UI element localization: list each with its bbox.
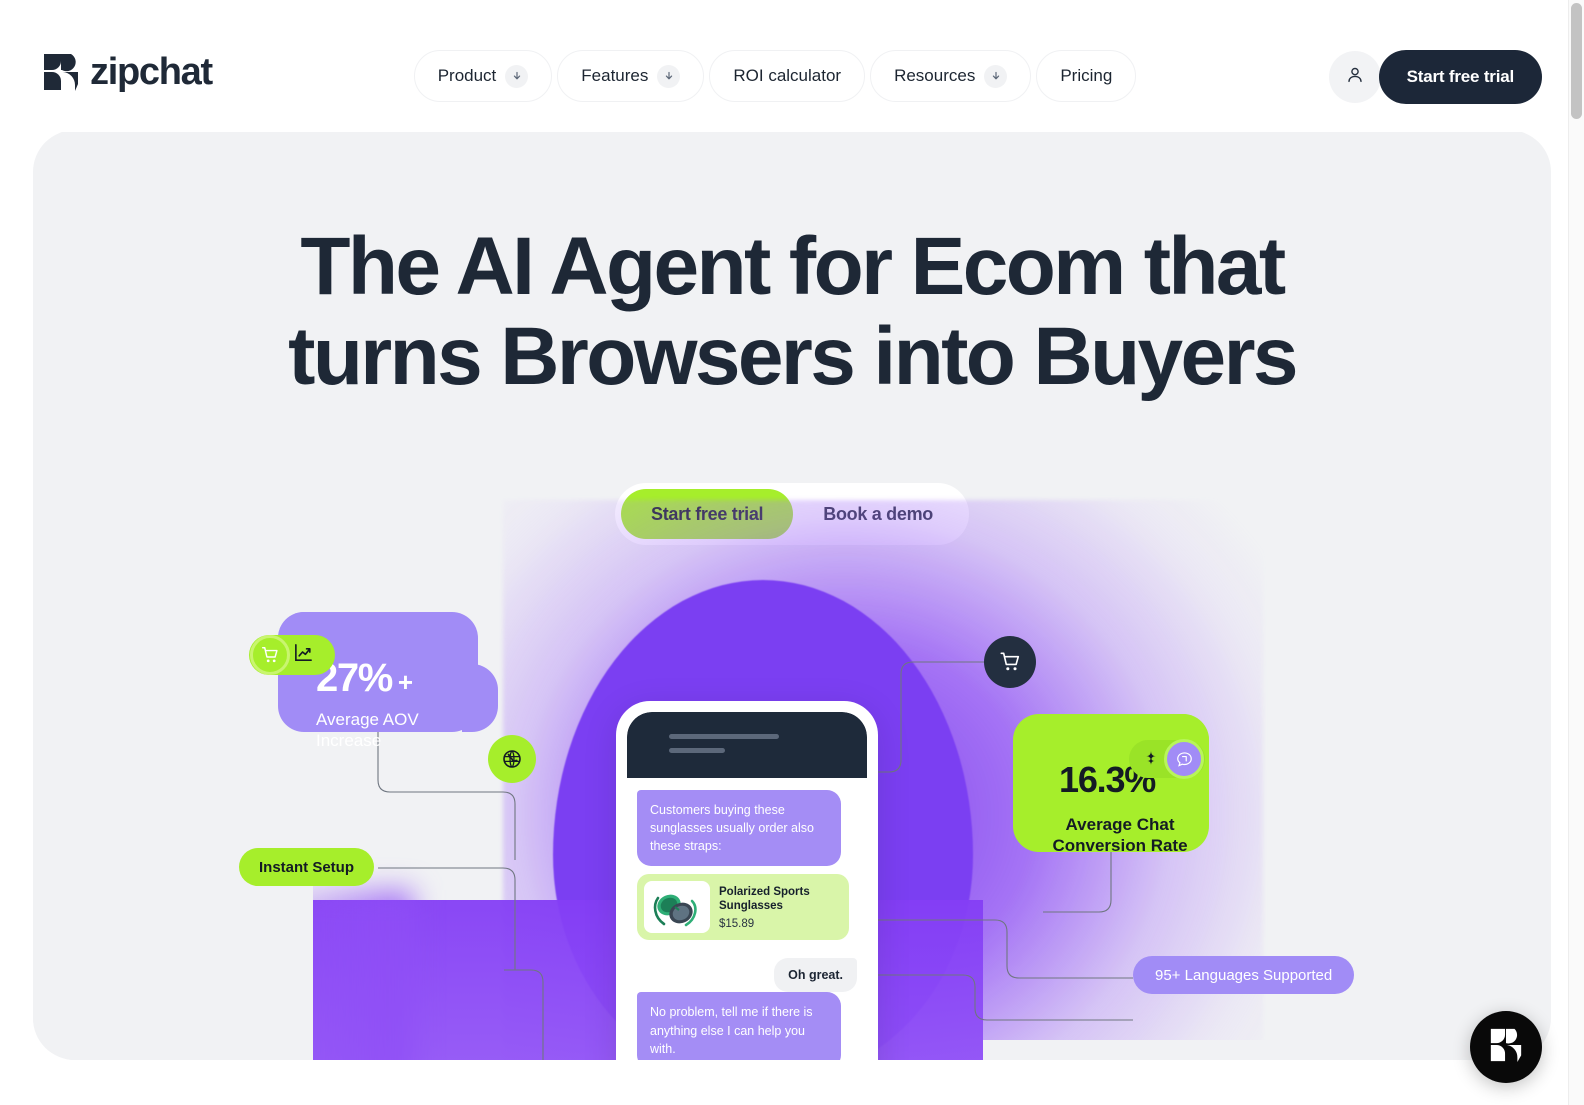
- sparkle-icon: [1141, 747, 1161, 772]
- product-recommendation-card[interactable]: Polarized Sports Sunglasses $15.89: [637, 874, 849, 941]
- stat-label-conversion: Average Chat Conversion Rate: [1052, 815, 1188, 856]
- main-nav: Product Features ROI calculator Resource…: [413, 50, 1137, 102]
- landing-page: zipchat Product Features ROI calculator …: [0, 0, 1584, 1105]
- phone-mockup: Customers buying these sunglasses usuall…: [616, 701, 878, 1060]
- nav-item-product[interactable]: Product: [413, 50, 553, 102]
- phone-screen: Customers buying these sunglasses usuall…: [627, 712, 867, 1060]
- chat-header-placeholder-line: [669, 734, 779, 739]
- nav-item-label: Pricing: [1060, 66, 1113, 85]
- hero-illustration: 27% + Average AOV Increase 16.3% Average…: [33, 130, 1551, 1060]
- chevron-down-icon: [984, 64, 1008, 88]
- site-header: zipchat Product Features ROI calculator …: [0, 0, 1584, 132]
- chat-message-bot: Customers buying these sunglasses usuall…: [637, 790, 841, 867]
- chat-message-bot: No problem, tell me if there is anything…: [637, 992, 841, 1060]
- chevron-down-icon: [657, 64, 681, 88]
- header-start-free-trial-button[interactable]: Start free trial: [1378, 50, 1542, 104]
- chat-conversation: Customers buying these sunglasses usuall…: [627, 778, 867, 1060]
- badge-languages-supported: 95+ Languages Supported: [1133, 956, 1355, 994]
- nav-item-pricing[interactable]: Pricing: [1036, 50, 1137, 102]
- badge-instant-setup: Instant Setup: [239, 848, 375, 886]
- trending-chart-icon: [293, 642, 314, 668]
- chat-header: [627, 712, 867, 778]
- globe-icon: [488, 735, 536, 783]
- page-scrollbar-track[interactable]: [1568, 0, 1584, 1105]
- chat-widget-button[interactable]: [1470, 1011, 1542, 1083]
- page-scrollbar-thumb[interactable]: [1571, 3, 1582, 119]
- nav-shell: Product Features ROI calculator Resource…: [305, 28, 1245, 132]
- stat-suffix: +: [397, 667, 413, 697]
- chevron-down-icon: [505, 64, 529, 88]
- nav-item-label: ROI calculator: [733, 66, 842, 85]
- hero-section: The AI Agent for Ecom that turns Browser…: [33, 130, 1551, 1060]
- brand-name: zipchat: [90, 51, 213, 93]
- account-button[interactable]: [1329, 51, 1381, 103]
- cart-badge-icon: [984, 636, 1036, 688]
- chat-bubble-icon: [1164, 739, 1204, 779]
- nav-item-resources[interactable]: Resources: [870, 50, 1032, 102]
- brand-logo[interactable]: zipchat: [42, 51, 213, 93]
- nav-item-features[interactable]: Features: [557, 50, 705, 102]
- nav-item-label: Product: [437, 66, 497, 85]
- nav-item-label: Resources: [894, 66, 976, 85]
- product-price: $15.89: [719, 918, 755, 931]
- nav-item-label: Features: [581, 66, 649, 85]
- stat-value-aov: 27% +: [316, 658, 478, 698]
- zipchat-logo-mark-icon: [42, 52, 80, 92]
- chat-header-placeholder-line: [669, 748, 725, 753]
- user-account-icon: [1345, 65, 1365, 90]
- stat-label-aov: Average AOV Increase: [316, 710, 419, 750]
- nav-item-roi-calculator[interactable]: ROI calculator: [709, 50, 866, 102]
- sunglasses-image: [644, 881, 710, 934]
- zipchat-chat-widget-icon: [1488, 1026, 1524, 1069]
- product-name: Polarized Sports Sunglasses: [719, 885, 810, 912]
- product-info: Polarized Sports Sunglasses $15.89: [719, 885, 842, 931]
- chat-message-user: Oh great.: [774, 958, 857, 993]
- shopping-cart-icon: [250, 635, 290, 675]
